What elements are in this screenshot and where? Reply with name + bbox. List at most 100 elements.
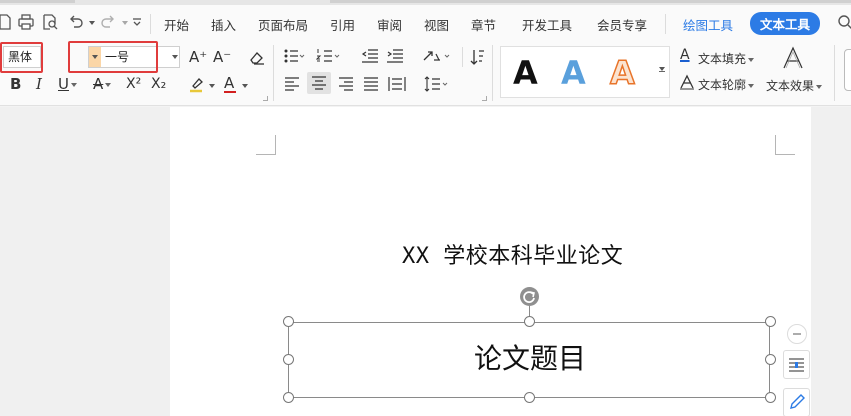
align-right-icon[interactable] (338, 77, 354, 91)
text-fill-label: 文本填充 (698, 52, 747, 66)
resize-handle-top-right[interactable] (765, 316, 776, 327)
shrink-font-button[interactable]: A⁻ (213, 49, 231, 65)
bold-button[interactable]: B (10, 76, 21, 92)
resize-handle-bottom-right[interactable] (765, 392, 776, 403)
tab-text-tools[interactable]: 文本工具 (750, 12, 821, 35)
underline-button[interactable]: U (58, 76, 77, 92)
text-effect-button[interactable]: 文本效果 (766, 77, 823, 94)
highlight-color-button[interactable] (188, 75, 208, 93)
tab-developer-tools[interactable]: 开发工具 (522, 15, 572, 34)
font-group-expand-icon[interactable] (263, 96, 268, 101)
tab-member[interactable]: 会员专享 (597, 15, 647, 34)
resize-handle-top[interactable] (524, 316, 535, 327)
chevron-down-icon[interactable] (242, 84, 248, 88)
grow-font-button[interactable]: A⁺ (189, 49, 207, 65)
ribbon-toolbar: 黑体 一号 A⁺ A⁻ B I U A X² X₂ A A A A A 文本填充… (0, 41, 851, 106)
print-icon[interactable] (0, 13, 14, 31)
paragraph-group-expand-icon[interactable] (482, 96, 487, 101)
text-wrap-icon (789, 358, 804, 372)
distribute-icon[interactable] (388, 76, 406, 92)
customize-icon[interactable] (128, 13, 146, 31)
gallery-more-line (659, 71, 665, 72)
undo-dropdown-arrow[interactable] (89, 21, 95, 25)
resize-handle-left[interactable] (283, 354, 294, 365)
document-title-text[interactable]: XX 学校本科毕业论文 (402, 238, 623, 270)
tab-insert[interactable]: 插入 (211, 15, 236, 34)
style-orange-outline-a[interactable]: A (609, 53, 635, 93)
text-fill-button[interactable]: 文本填充 (698, 50, 755, 67)
style-black-a[interactable]: A (513, 53, 538, 93)
line-spacing-icon[interactable] (424, 76, 450, 92)
resize-handle-bottom[interactable] (524, 392, 535, 403)
align-center-icon (312, 76, 326, 90)
chevron-down-icon (748, 83, 755, 88)
text-effect-label: 文本效果 (766, 79, 815, 93)
text-outline-button[interactable]: 文本轮廓 (698, 76, 755, 93)
page-corner-marker (775, 135, 795, 155)
print-preview-icon[interactable] (41, 13, 59, 31)
italic-button[interactable]: I (36, 76, 42, 92)
chevron-down-icon (105, 82, 112, 87)
justify-icon[interactable] (363, 77, 379, 91)
page-corner-marker (256, 135, 276, 155)
style-blue-a[interactable]: A (561, 53, 586, 93)
tab-page-layout[interactable]: 页面布局 (258, 15, 308, 34)
print-icon[interactable] (17, 13, 35, 31)
text-outline-icon[interactable] (679, 74, 695, 90)
chevron-down-icon[interactable] (172, 55, 178, 59)
superscript-button[interactable]: X² (126, 76, 141, 92)
tab-chapter[interactable]: 章节 (471, 15, 496, 34)
sort-icon[interactable] (470, 48, 486, 66)
redo-icon[interactable] (99, 13, 117, 31)
font-color-button[interactable]: A (224, 75, 236, 93)
layout-options-button[interactable] (783, 350, 810, 379)
numbered-list-icon[interactable] (316, 48, 340, 64)
ribbon-separator (273, 45, 274, 101)
decrease-indent-icon[interactable] (361, 48, 379, 64)
tab-references[interactable]: 引用 (330, 15, 355, 34)
text-outline-label: 文本轮廓 (698, 78, 747, 92)
rotate-handle[interactable] (520, 287, 539, 306)
textbox-style-button[interactable] (844, 49, 851, 91)
tab-drawing-tools[interactable]: 绘图工具 (683, 15, 733, 34)
font-size-highlight (68, 41, 158, 73)
pen-icon (790, 394, 805, 409)
chevron-down-icon (70, 82, 77, 87)
increase-indent-icon[interactable] (386, 48, 404, 64)
undo-icon[interactable] (67, 13, 85, 31)
textbox-text[interactable]: 论文题目 (289, 337, 771, 377)
rotate-icon (523, 291, 535, 303)
tab-strip-segment (330, 0, 851, 3)
strikethrough-button[interactable]: A (93, 75, 112, 93)
minus-circle-icon (793, 333, 801, 335)
text-direction-icon[interactable] (422, 48, 452, 64)
menu-separator (665, 14, 666, 34)
ribbon-separator (462, 47, 463, 67)
align-center-button[interactable] (307, 72, 331, 94)
bullet-list-icon[interactable] (283, 48, 305, 64)
resize-handle-top-left[interactable] (283, 316, 294, 327)
strikethrough-button-label: A (93, 75, 104, 93)
chevron-down-icon[interactable] (209, 84, 215, 88)
collapse-button[interactable] (787, 324, 807, 344)
format-brush-button[interactable] (783, 388, 810, 416)
resize-handle-right[interactable] (765, 354, 776, 365)
subscript-button[interactable]: X₂ (151, 76, 166, 92)
align-left-icon[interactable] (284, 77, 300, 91)
chevron-down-icon (748, 57, 755, 62)
ribbon-separator (834, 45, 835, 101)
tab-start[interactable]: 开始 (164, 15, 189, 34)
tab-view[interactable]: 视图 (424, 15, 449, 34)
tab-review[interactable]: 审阅 (377, 15, 402, 34)
menu-bar: 开始 插入 页面布局 引用 审阅 视图 章节 开发工具 会员专享 绘图工具 文本… (0, 5, 851, 41)
text-style-gallery[interactable]: A A A (500, 46, 670, 98)
search-icon[interactable] (836, 13, 851, 31)
text-fill-icon[interactable]: A (680, 47, 690, 63)
resize-handle-bottom-left[interactable] (283, 392, 294, 403)
eraser-icon[interactable] (248, 48, 266, 66)
ribbon-separator (492, 45, 493, 101)
underline-button-label: U (58, 75, 69, 93)
wps-writer-window: 开始 插入 页面布局 引用 审阅 视图 章节 开发工具 会员专享 绘图工具 文本… (0, 0, 851, 416)
text-effect-icon[interactable] (780, 45, 806, 71)
selected-textbox[interactable]: 论文题目 (288, 322, 770, 398)
